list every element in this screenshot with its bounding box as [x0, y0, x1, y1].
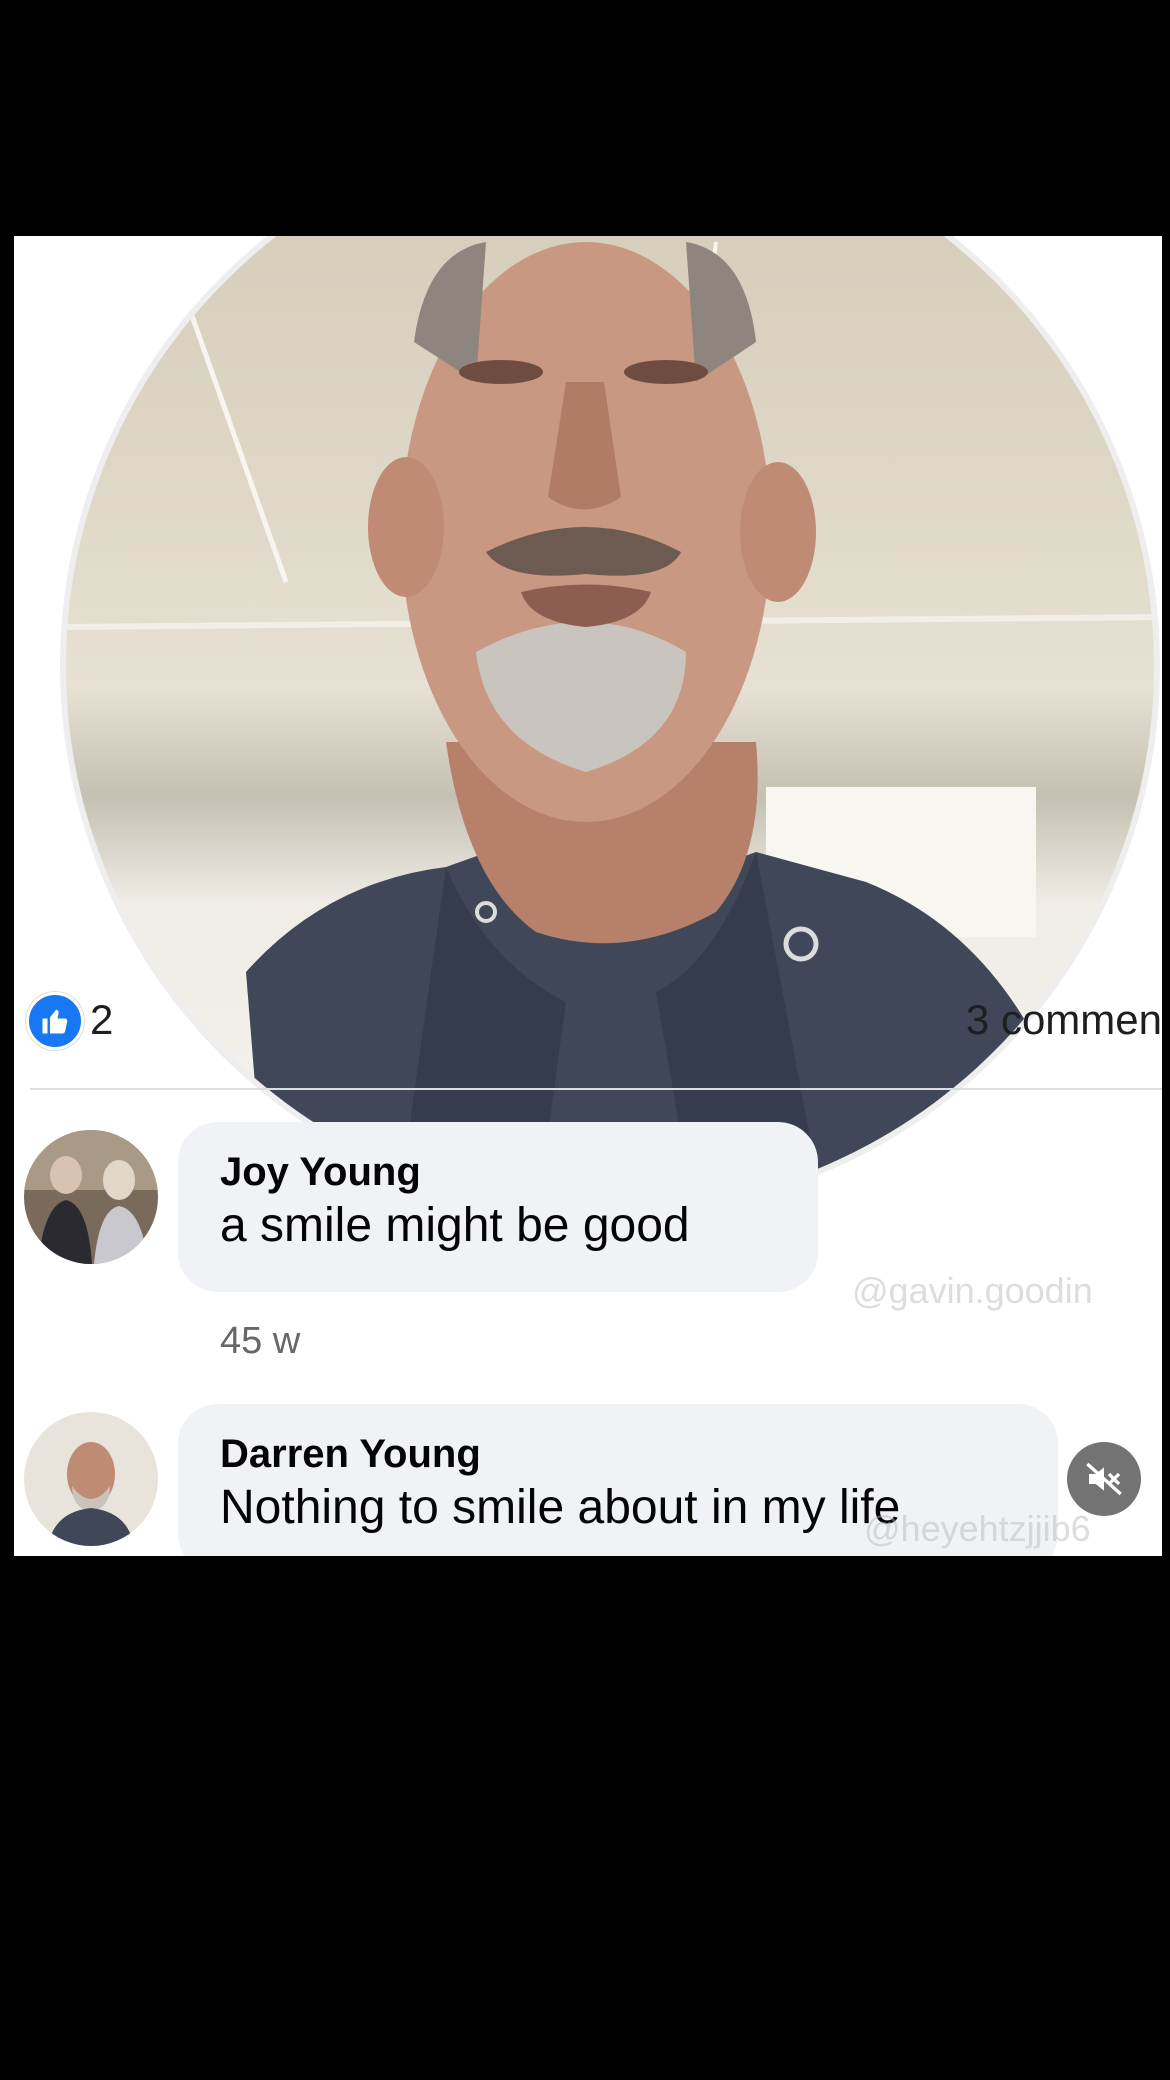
profile-photo[interactable] — [60, 236, 1160, 1216]
comment-timestamp[interactable]: 45 w — [220, 1320, 300, 1363]
profile-photo-image — [66, 241, 1154, 1210]
divider — [30, 1088, 1162, 1090]
reactions-row: 2 3 commen — [14, 982, 1162, 1052]
watermark: @heyehtzjjib6 — [864, 1508, 1091, 1549]
reaction-count[interactable]: 2 — [90, 996, 113, 1044]
facebook-post-panel: 2 3 commen Joy Young a smile might be go… — [14, 236, 1162, 1556]
avatar[interactable] — [24, 1130, 158, 1264]
comment-text: a smile might be good — [220, 1199, 690, 1252]
comment-author[interactable]: Joy Young — [220, 1148, 776, 1196]
avatar-image — [24, 1412, 158, 1546]
comment-bubble[interactable]: Joy Young a smile might be good — [178, 1122, 818, 1292]
like-icon[interactable] — [26, 992, 84, 1050]
comment-count-link[interactable]: 3 commen — [966, 996, 1162, 1044]
avatar[interactable] — [24, 1412, 158, 1546]
avatar-image — [24, 1130, 158, 1264]
watermark: @gavin.goodin — [852, 1270, 1093, 1311]
mute-button[interactable] — [1067, 1442, 1141, 1516]
speaker-muted-icon — [1086, 1462, 1122, 1496]
comment-author[interactable]: Darren Young — [220, 1430, 1016, 1478]
thumbs-up-icon — [42, 1009, 68, 1034]
